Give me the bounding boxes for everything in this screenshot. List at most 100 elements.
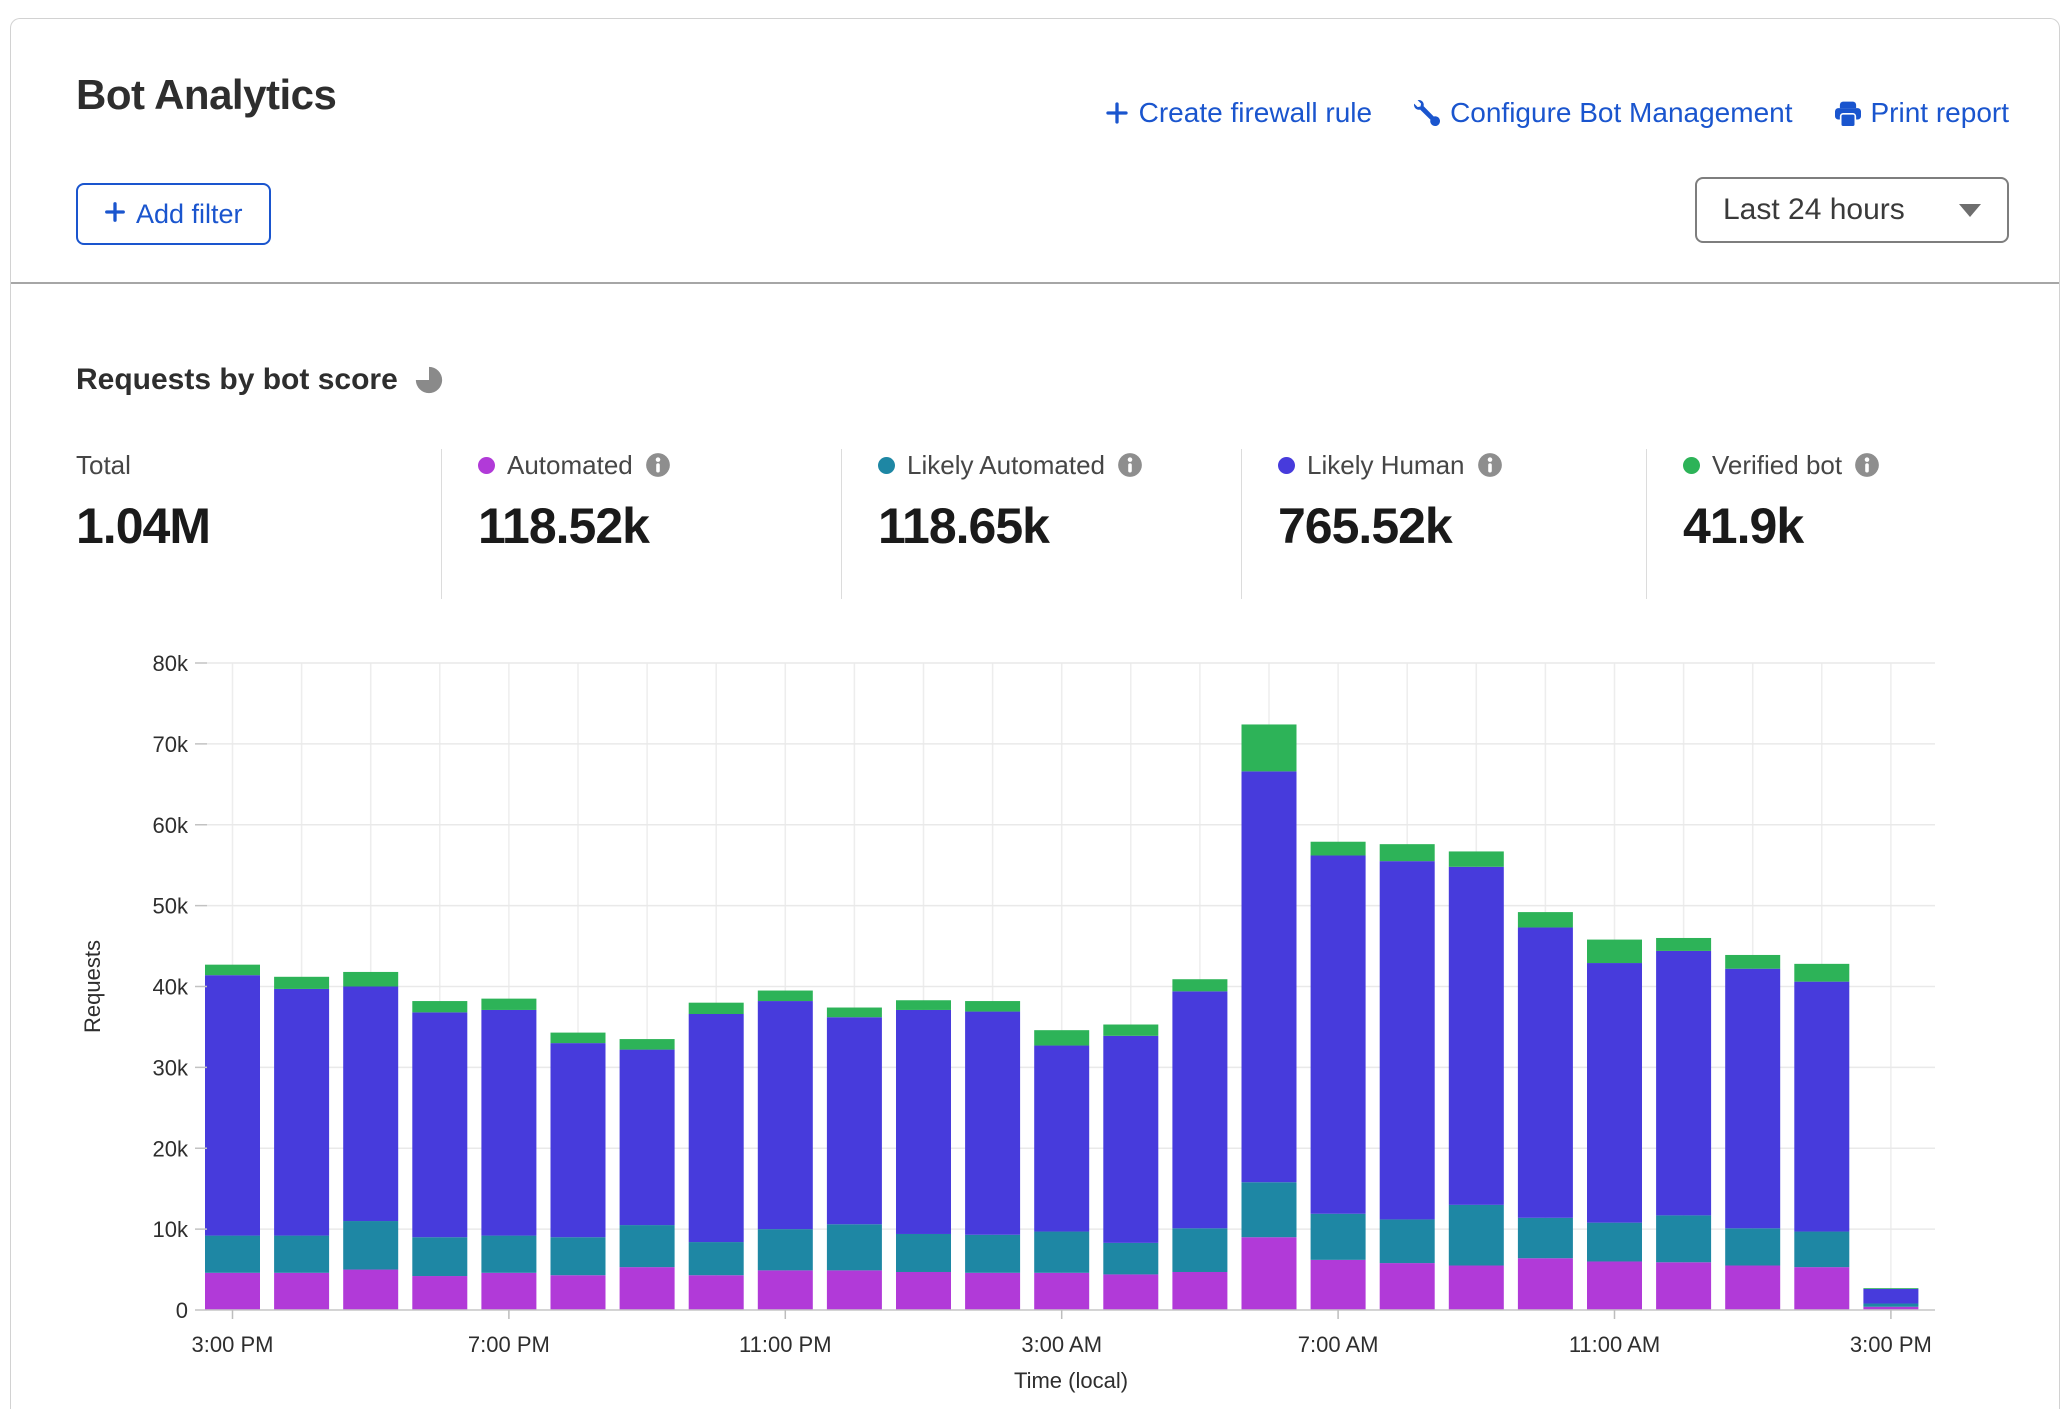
bar-segment-likely-automated[interactable] — [1863, 1304, 1918, 1307]
bar-segment-automated[interactable] — [1242, 1237, 1297, 1310]
bar-segment-verified-bot[interactable] — [1103, 1025, 1158, 1036]
bar-segment-automated[interactable] — [1311, 1260, 1366, 1310]
bar-segment-likely-automated[interactable] — [827, 1224, 882, 1270]
bar-segment-likely-automated[interactable] — [343, 1221, 398, 1270]
bar-segment-automated[interactable] — [965, 1273, 1020, 1310]
configure-bot-management-link[interactable]: Configure Bot Management — [1414, 97, 1792, 129]
print-report-link[interactable]: Print report — [1835, 97, 2010, 129]
bar-segment-likely-automated[interactable] — [1311, 1214, 1366, 1260]
bar-segment-automated[interactable] — [1587, 1261, 1642, 1310]
bar-segment-automated[interactable] — [1794, 1267, 1849, 1310]
bar-segment-verified-bot[interactable] — [1034, 1030, 1089, 1045]
bar-segment-verified-bot[interactable] — [1794, 964, 1849, 982]
bar-segment-automated[interactable] — [1380, 1263, 1435, 1310]
bar-segment-likely-human[interactable] — [1172, 991, 1227, 1228]
bar-segment-likely-automated[interactable] — [1034, 1232, 1089, 1273]
bar-segment-automated[interactable] — [1518, 1258, 1573, 1310]
bar-segment-likely-human[interactable] — [1449, 867, 1504, 1205]
bar-segment-likely-human[interactable] — [827, 1017, 882, 1224]
bar-segment-automated[interactable] — [1034, 1273, 1089, 1310]
bar-segment-likely-automated[interactable] — [1518, 1218, 1573, 1258]
bar-segment-verified-bot[interactable] — [965, 1001, 1020, 1012]
bar-segment-verified-bot[interactable] — [1449, 851, 1504, 866]
bar-segment-verified-bot[interactable] — [1242, 724, 1297, 771]
bar-segment-verified-bot[interactable] — [481, 999, 536, 1010]
bar-segment-likely-automated[interactable] — [1242, 1182, 1297, 1237]
bar-segment-likely-automated[interactable] — [689, 1242, 744, 1275]
bar-segment-likely-automated[interactable] — [1725, 1228, 1780, 1265]
bar-segment-automated[interactable] — [1103, 1274, 1158, 1310]
bar-segment-verified-bot[interactable] — [1311, 842, 1366, 856]
info-icon[interactable] — [645, 452, 671, 478]
bar-segment-automated[interactable] — [1656, 1262, 1711, 1310]
bar-segment-likely-automated[interactable] — [274, 1236, 329, 1273]
bar-segment-likely-automated[interactable] — [1380, 1219, 1435, 1263]
bar-segment-likely-human[interactable] — [1587, 963, 1642, 1223]
bar-segment-likely-automated[interactable] — [1103, 1243, 1158, 1275]
bar-segment-likely-human[interactable] — [1725, 969, 1780, 1229]
bar-segment-likely-automated[interactable] — [965, 1235, 1020, 1273]
info-icon[interactable] — [1854, 452, 1880, 478]
bar-segment-automated[interactable] — [827, 1270, 882, 1310]
bar-segment-verified-bot[interactable] — [689, 1003, 744, 1014]
bar-segment-likely-human[interactable] — [1103, 1036, 1158, 1243]
bar-segment-likely-human[interactable] — [481, 1010, 536, 1236]
bar-segment-likely-human[interactable] — [1863, 1289, 1918, 1304]
bar-segment-likely-automated[interactable] — [1172, 1228, 1227, 1272]
bar-segment-likely-human[interactable] — [1242, 771, 1297, 1182]
bar-segment-likely-human[interactable] — [1656, 951, 1711, 1215]
bar-segment-verified-bot[interactable] — [1172, 979, 1227, 991]
bar-segment-automated[interactable] — [758, 1270, 813, 1310]
bar-segment-automated[interactable] — [620, 1267, 675, 1310]
bar-segment-likely-human[interactable] — [1311, 855, 1366, 1213]
bar-segment-likely-human[interactable] — [1034, 1046, 1089, 1232]
bar-segment-automated[interactable] — [343, 1270, 398, 1310]
bar-segment-likely-automated[interactable] — [1794, 1232, 1849, 1268]
bar-segment-likely-automated[interactable] — [896, 1234, 951, 1272]
bar-segment-likely-automated[interactable] — [551, 1237, 606, 1275]
bar-segment-automated[interactable] — [412, 1276, 467, 1310]
bar-segment-automated[interactable] — [689, 1275, 744, 1310]
time-range-select[interactable]: Last 24 hours — [1695, 177, 2009, 243]
bar-segment-verified-bot[interactable] — [274, 977, 329, 989]
bar-segment-verified-bot[interactable] — [1725, 955, 1780, 969]
bar-segment-likely-human[interactable] — [758, 1001, 813, 1229]
bar-segment-likely-automated[interactable] — [481, 1236, 536, 1273]
bar-segment-automated[interactable] — [896, 1272, 951, 1310]
bar-segment-likely-human[interactable] — [965, 1012, 1020, 1235]
bar-segment-verified-bot[interactable] — [1518, 912, 1573, 927]
bar-segment-verified-bot[interactable] — [758, 991, 813, 1002]
bar-segment-verified-bot[interactable] — [620, 1039, 675, 1050]
bar-segment-verified-bot[interactable] — [343, 972, 398, 987]
bar-segment-verified-bot[interactable] — [1587, 940, 1642, 963]
bar-segment-likely-human[interactable] — [896, 1010, 951, 1234]
info-icon[interactable] — [1117, 452, 1143, 478]
bar-segment-automated[interactable] — [1172, 1272, 1227, 1310]
bar-segment-automated[interactable] — [1725, 1266, 1780, 1310]
bar-segment-verified-bot[interactable] — [1380, 844, 1435, 861]
bar-segment-likely-human[interactable] — [1518, 927, 1573, 1217]
bar-segment-verified-bot[interactable] — [1863, 1288, 1918, 1289]
add-filter-button[interactable]: Add filter — [76, 183, 271, 245]
bar-segment-likely-human[interactable] — [1380, 861, 1435, 1219]
bar-segment-automated[interactable] — [274, 1273, 329, 1310]
bar-segment-automated[interactable] — [481, 1273, 536, 1310]
bar-segment-automated[interactable] — [205, 1273, 260, 1310]
bar-segment-verified-bot[interactable] — [827, 1008, 882, 1018]
bar-segment-likely-human[interactable] — [274, 989, 329, 1236]
bar-segment-likely-human[interactable] — [205, 975, 260, 1235]
bar-segment-verified-bot[interactable] — [412, 1001, 467, 1012]
bar-segment-likely-human[interactable] — [1794, 982, 1849, 1232]
bar-segment-likely-human[interactable] — [551, 1043, 606, 1237]
bar-segment-verified-bot[interactable] — [896, 1000, 951, 1010]
bar-segment-automated[interactable] — [551, 1275, 606, 1310]
bar-segment-verified-bot[interactable] — [205, 965, 260, 976]
bar-segment-likely-automated[interactable] — [620, 1225, 675, 1267]
bar-segment-likely-automated[interactable] — [1656, 1215, 1711, 1262]
bar-segment-automated[interactable] — [1449, 1266, 1504, 1310]
requests-by-bot-score-chart[interactable]: 010k20k30k40k50k60k70k80k3:00 PM7:00 PM1… — [0, 620, 2070, 1394]
bar-segment-likely-automated[interactable] — [1449, 1205, 1504, 1266]
info-icon[interactable] — [1477, 452, 1503, 478]
create-firewall-rule-link[interactable]: Create firewall rule — [1105, 97, 1372, 129]
bar-segment-verified-bot[interactable] — [1656, 938, 1711, 951]
